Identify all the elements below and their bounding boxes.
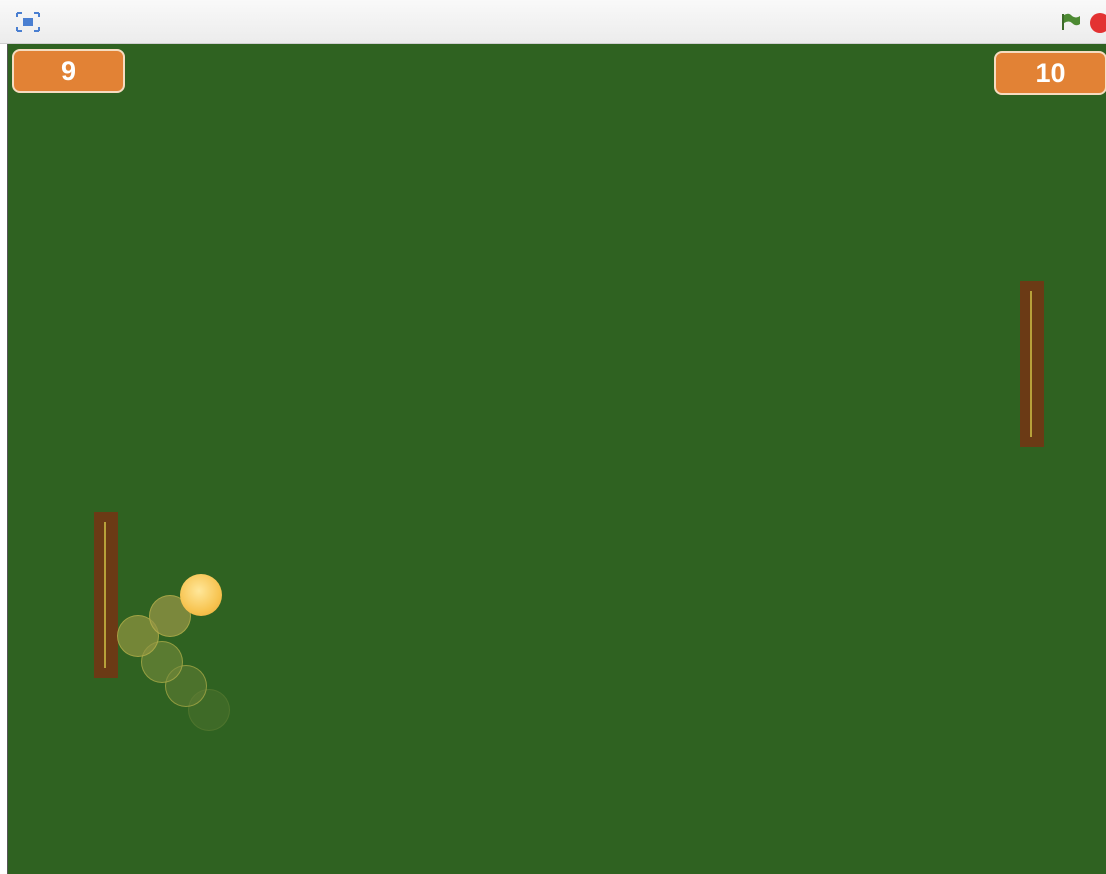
- player-toolbar: [0, 0, 1106, 44]
- game-stage[interactable]: 9 10: [7, 44, 1106, 874]
- right-score-display: 10: [994, 51, 1106, 95]
- stop-icon[interactable]: [1090, 13, 1106, 33]
- fullscreen-icon[interactable]: [14, 10, 42, 34]
- ball: [180, 574, 222, 616]
- right-score-value: 10: [1035, 57, 1066, 88]
- left-paddle: [94, 512, 118, 678]
- green-flag-icon[interactable]: [1058, 10, 1084, 34]
- left-score-value: 9: [60, 55, 77, 86]
- right-paddle: [1020, 281, 1044, 447]
- left-score-display: 9: [12, 49, 125, 93]
